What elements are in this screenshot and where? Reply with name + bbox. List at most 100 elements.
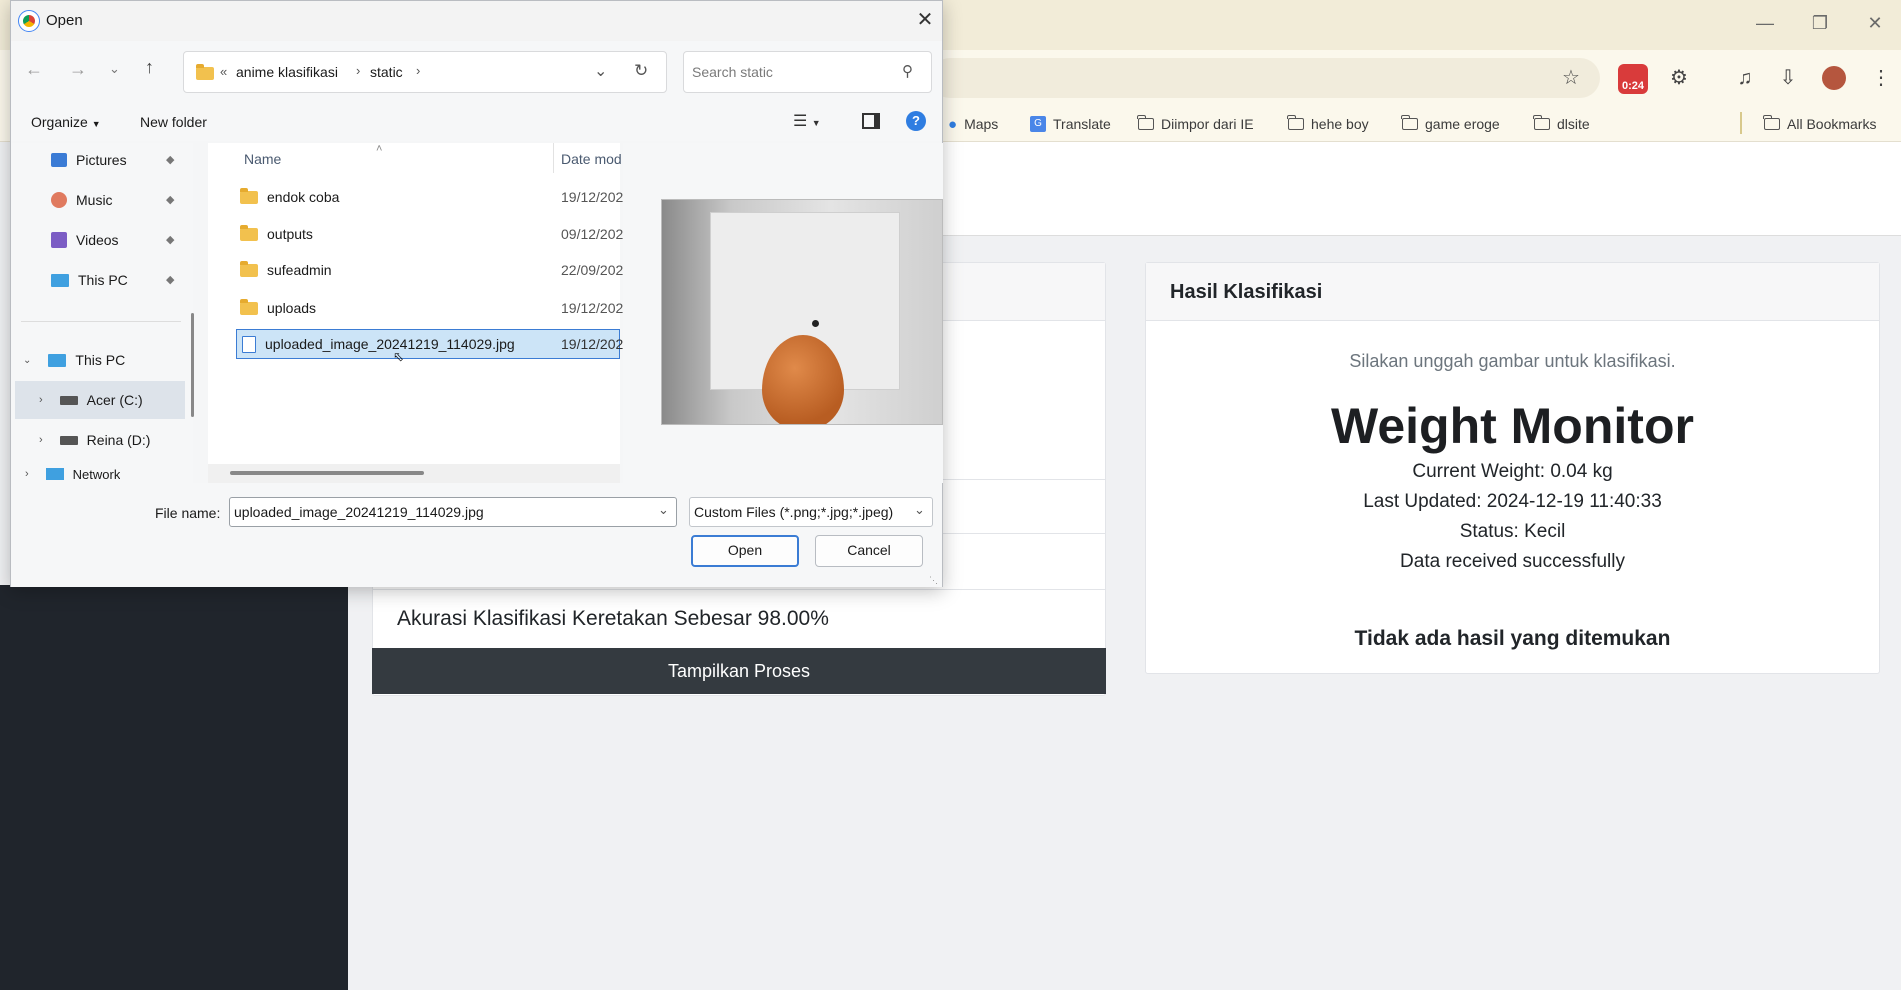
bookmark-maps[interactable]: ● Maps [948,108,998,140]
nav-item-label: This PC [78,272,128,288]
nav-item-pictures[interactable]: Pictures [51,147,127,173]
folder-icon [240,187,258,204]
nav-tree-this-pc[interactable]: ⌄ This PC [23,347,125,373]
extensions-puzzle-icon[interactable]: ⚙ [1664,66,1694,90]
breadcrumb-current[interactable]: static [370,64,403,80]
bookmark-translate[interactable]: G Translate [1030,108,1111,140]
menu-kebab-icon[interactable]: ⋮ [1866,66,1896,90]
pictures-icon [51,153,67,167]
file-row-folder[interactable]: outputs [240,219,313,249]
restore-icon[interactable]: ❐ [1800,8,1840,38]
image-preview [661,199,943,425]
bookmark-label: game eroge [1425,116,1500,132]
nav-item-this-pc-quick[interactable]: This PC [51,267,128,293]
file-date: 09/12/202 [561,226,624,242]
organize-button[interactable]: Organize ▼ [31,114,101,130]
open-button[interactable]: Open [691,535,799,567]
view-options-icon[interactable]: ☰ ▼ [793,111,821,131]
page-navbar [930,142,1901,236]
file-name-label: File name: [155,505,221,521]
file-date: 19/12/202 [561,189,624,205]
file-row-folder[interactable]: uploads [240,293,316,323]
profile-avatar[interactable] [1822,66,1846,90]
file-name: uploaded_image_20241219_114029.jpg [265,336,515,352]
translate-icon: G [1030,116,1046,132]
dialog-title: Open [46,12,83,29]
current-weight: Current Weight: 0.04 kg [1412,461,1613,482]
bookmark-folder-ie[interactable]: Diimpor dari IE [1137,108,1254,140]
column-separator[interactable] [553,143,554,173]
file-name: uploads [267,300,317,316]
chevron-down-icon[interactable]: ⌄ [658,502,669,518]
nav-tree-drive-c-row[interactable]: › Acer (C:) [39,387,143,413]
column-header-name[interactable]: Name [244,151,281,167]
folder-icon [240,224,258,241]
chevron-right-icon: › [25,468,29,480]
no-result-text: Tidak ada hasil yang ditemukan [1354,627,1671,650]
dialog-titlebar: Open ✕ [11,1,942,41]
nav-item-videos[interactable]: Videos [51,227,119,253]
bookmark-folder-game[interactable]: game eroge [1401,108,1500,140]
new-folder-button[interactable]: New folder [140,114,207,130]
show-process-button[interactable]: Tampilkan Proses [372,648,1106,694]
image-file-icon [242,335,256,353]
download-icon[interactable]: ⇩ [1773,66,1803,90]
folder-icon [1137,115,1154,130]
nav-tree-drive-d-row[interactable]: › Reina (D:) [39,427,150,453]
refresh-icon[interactable]: ↻ [634,61,648,81]
folder-icon [240,260,258,277]
dialog-close-icon[interactable]: ✕ [913,7,937,32]
preview-pane-icon[interactable] [862,113,880,129]
nav-item-label: Acer (C:) [86,392,143,408]
extension-badge[interactable]: 0:24 [1618,64,1648,94]
videos-icon [51,232,67,248]
nav-item-music[interactable]: Music [51,187,113,213]
bookmark-label: All Bookmarks [1787,116,1877,132]
camera-dot [812,320,819,327]
nav-tree-network-row[interactable]: › Network [25,465,120,483]
open-file-dialog: Open ✕ ← → ⌄ ↑ « anime klasifikasi › sta… [10,0,943,587]
media-control-icon[interactable]: ♫ [1730,66,1760,90]
help-icon[interactable]: ? [906,111,926,131]
breadcrumb-bar[interactable]: « anime klasifikasi › static › ⌄ ↻ [183,51,667,93]
folder-icon [1763,115,1780,130]
address-dropdown-icon[interactable]: ⌄ [594,61,607,81]
close-window-icon[interactable]: ✕ [1855,8,1895,38]
cancel-button[interactable]: Cancel [815,535,923,567]
drive-icon [59,435,78,445]
column-header-date[interactable]: Date mod [561,151,621,167]
file-type-select[interactable]: Custom Files (*.png;*.jpg;*.jpeg) ⌄ [689,497,933,527]
divider [373,589,1105,590]
bookmark-all[interactable]: All Bookmarks [1763,108,1877,140]
bookmark-label: Maps [964,116,999,132]
drive-icon [59,395,78,405]
bookmarks-divider [1740,112,1742,134]
file-row-folder[interactable]: sufeadmin [240,255,332,285]
search-box[interactable]: Search static ⚲ [683,51,932,93]
chevron-down-icon: ⌄ [23,354,32,366]
file-name-input[interactable]: uploaded_image_20241219_114029.jpg ⌄ [229,497,677,527]
back-arrow-icon[interactable]: ← [25,59,43,80]
breadcrumb-overflow[interactable]: « [220,64,227,79]
pin-icon: ◆ [166,194,175,206]
file-row-image[interactable]: uploaded_image_20241219_114029.jpg [242,329,515,359]
result-card-title: Hasil Klasifikasi [1146,263,1879,321]
breadcrumb-parent[interactable]: anime klasifikasi [236,64,338,80]
resize-grip-icon[interactable]: ⋱ [929,575,938,586]
file-row-folder[interactable]: endok coba [240,182,339,212]
nav-scrollbar[interactable] [191,313,194,417]
horizontal-scrollbar-thumb[interactable] [230,471,424,475]
search-icon: ⚲ [902,63,913,80]
file-name-value: uploaded_image_20241219_114029.jpg [234,504,484,520]
pc-icon [51,273,69,287]
bookmark-star-icon[interactable]: ☆ [1556,66,1586,90]
bookmark-folder-hehe[interactable]: hehe boy [1287,108,1369,140]
folder-icon [1287,115,1304,130]
up-arrow-icon[interactable]: ↑ [145,57,154,78]
minimize-icon[interactable]: — [1745,8,1785,38]
address-bar[interactable] [930,58,1600,98]
recent-dropdown-icon[interactable]: ⌄ [109,61,120,77]
file-date: 22/09/202 [561,262,624,278]
forward-arrow-icon[interactable]: → [69,59,87,80]
bookmark-folder-dlsite[interactable]: dlsite [1533,108,1590,140]
